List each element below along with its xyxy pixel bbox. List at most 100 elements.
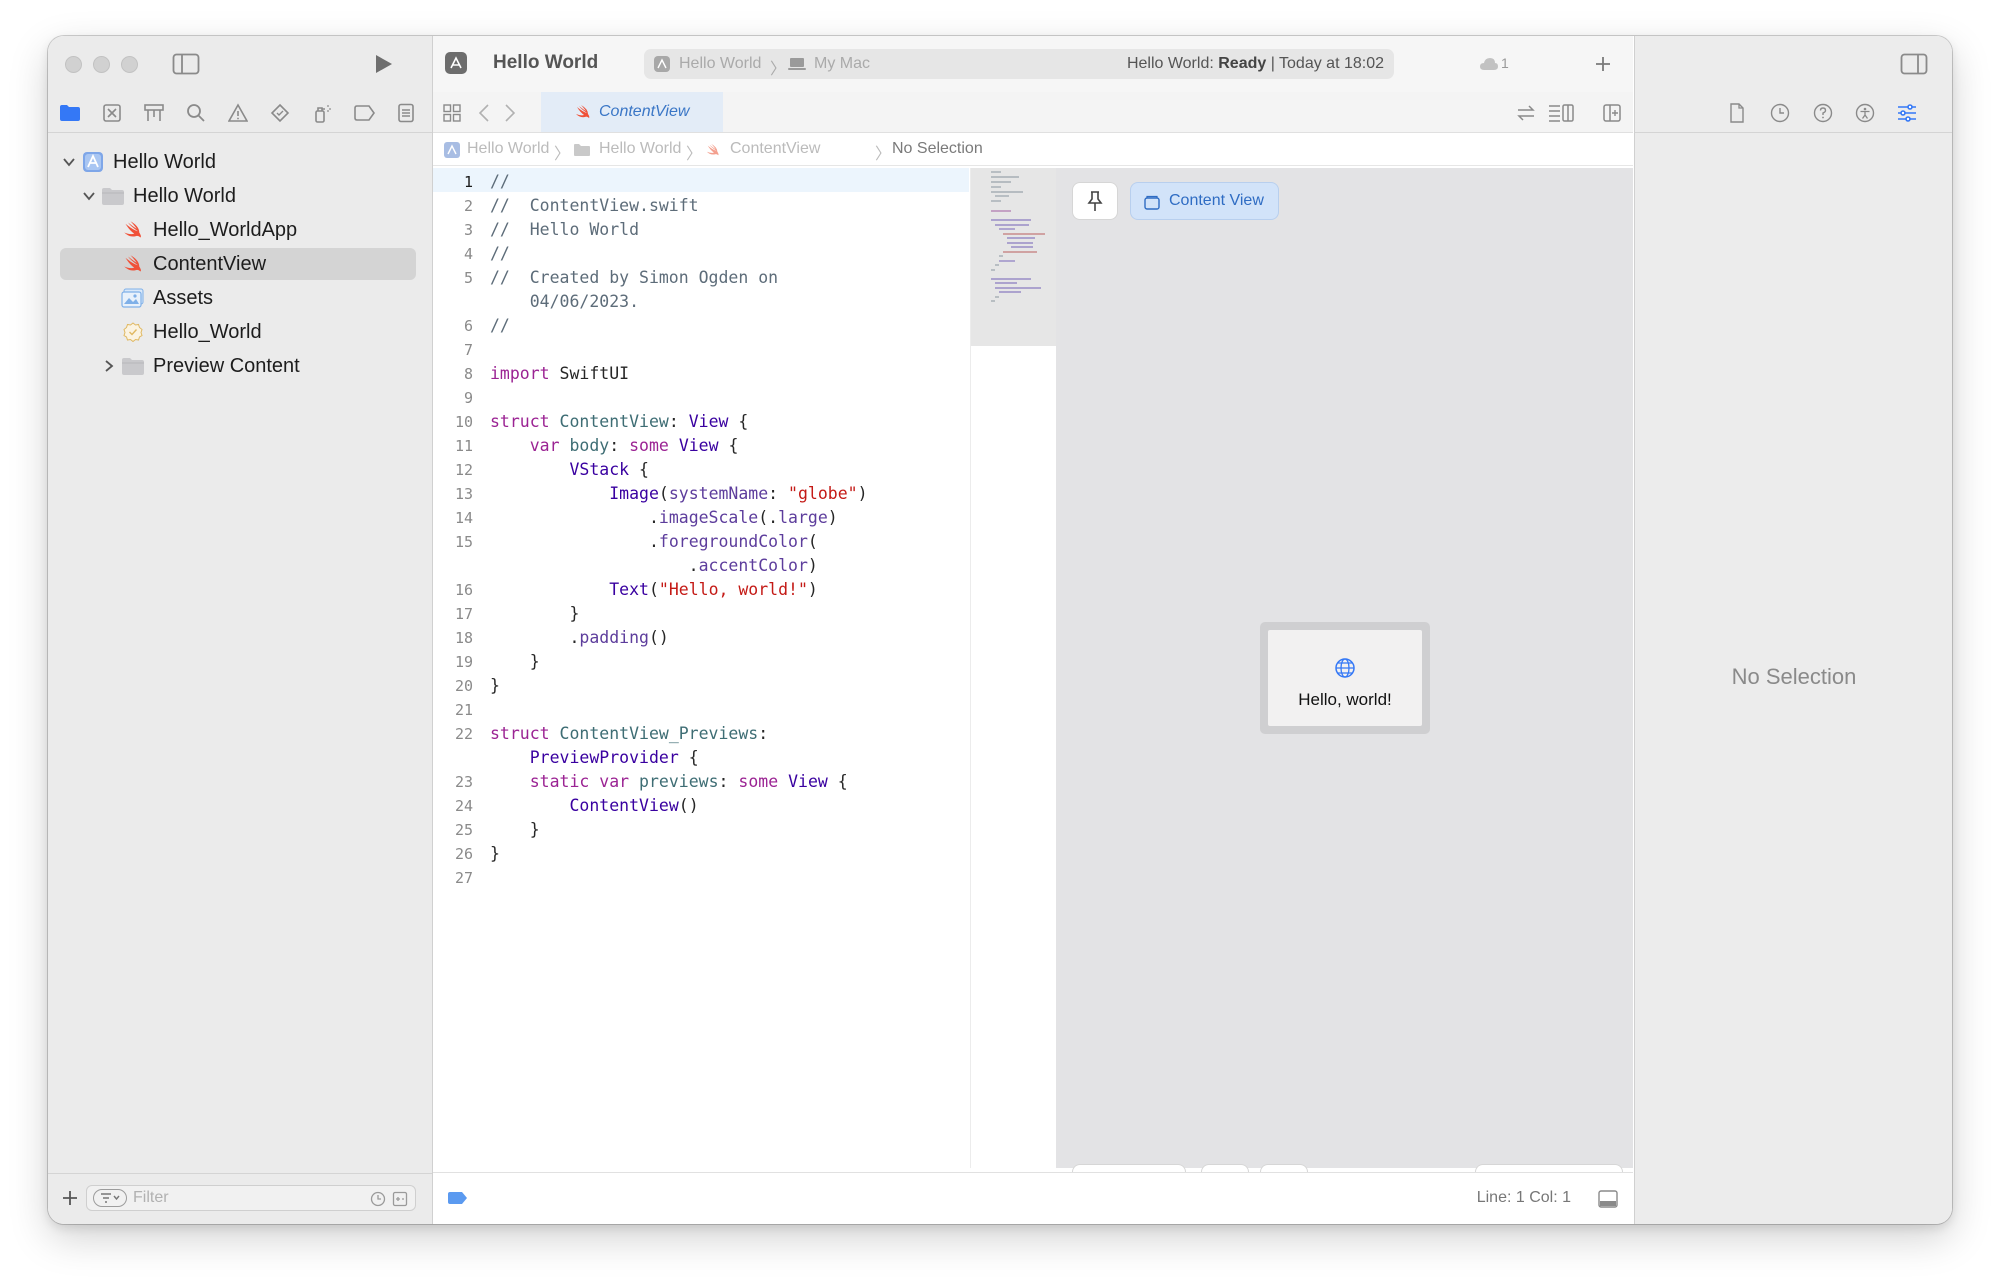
disclosure-expanded-icon[interactable] — [61, 154, 77, 170]
test-navigator-diamond-icon[interactable] — [267, 100, 293, 126]
code-line[interactable]: .imageScale(.large) — [490, 508, 838, 527]
code-line[interactable]: // — [490, 172, 510, 191]
folder-icon — [101, 184, 125, 208]
preview-text: Hello, world! — [1298, 690, 1392, 709]
add-editor-icon[interactable] — [1601, 103, 1623, 123]
symbol-navigator-icon[interactable] — [141, 100, 167, 126]
inspector-toggle-icon[interactable] — [1899, 52, 1929, 76]
jump-bar-project[interactable]: Hello World — [467, 140, 549, 158]
code-line[interactable]: // — [490, 244, 510, 263]
code-line[interactable]: import SwiftUI — [490, 364, 629, 383]
folder-icon — [121, 354, 145, 378]
tab-contentview[interactable]: ContentView — [541, 92, 723, 132]
preview-window-icon — [1144, 194, 1160, 210]
preview-device-frame[interactable]: Hello, world! — [1260, 622, 1430, 734]
run-destination-selector[interactable]: My Mac — [814, 55, 870, 73]
issues-cloud-icon[interactable] — [1478, 55, 1500, 73]
debug-area-toggle-icon[interactable] — [1597, 1189, 1619, 1209]
source-control-icon[interactable] — [99, 100, 125, 126]
code-line[interactable]: } — [490, 844, 500, 863]
add-file-plus-icon[interactable] — [60, 1188, 80, 1208]
quick-help-question-icon[interactable] — [1812, 102, 1834, 124]
report-navigator-icon[interactable] — [393, 100, 419, 126]
code-line[interactable]: // ContentView.swift — [490, 196, 699, 215]
navigator-filter-field[interactable]: Filter — [86, 1185, 416, 1211]
disclosure-expanded-icon[interactable] — [81, 188, 97, 204]
swift-file-icon — [121, 218, 145, 242]
source-control-filter-icon[interactable] — [391, 1190, 409, 1208]
project-navigator-folder-icon[interactable] — [57, 100, 83, 126]
code-line[interactable]: ContentView() — [490, 796, 698, 815]
content-view-preview-button[interactable]: Content View — [1131, 183, 1278, 219]
tree-item[interactable]: Preview Content — [60, 350, 416, 382]
code-line[interactable]: } — [490, 676, 500, 695]
accessibility-inspector-icon[interactable] — [1854, 102, 1876, 124]
code-line[interactable]: } — [490, 820, 540, 839]
code-line[interactable]: // Created by Simon Ogden on — [490, 268, 778, 287]
swap-arrows-icon[interactable] — [1515, 103, 1537, 123]
issue-navigator-warning-icon[interactable] — [225, 100, 251, 126]
scheme-selector[interactable]: Hello World — [679, 55, 761, 73]
sidebar-toggle-icon[interactable] — [172, 52, 200, 76]
forward-chevron-icon[interactable] — [501, 102, 519, 124]
minimap[interactable] — [970, 168, 1057, 1168]
code-line[interactable]: .padding() — [490, 628, 668, 647]
swift-file-icon — [575, 104, 591, 120]
jump-bar-group[interactable]: Hello World — [599, 140, 681, 158]
code-line[interactable]: } — [490, 604, 579, 623]
attributes-inspector-sliders-icon[interactable] — [1896, 102, 1918, 124]
minimize-window-button[interactable] — [93, 56, 110, 73]
debug-navigator-spray-icon[interactable] — [309, 100, 335, 126]
code-line[interactable]: .accentColor) — [490, 556, 818, 575]
jump-bar-symbol[interactable]: No Selection — [892, 140, 983, 158]
file-inspector-icon[interactable] — [1727, 102, 1747, 124]
recent-files-clock-icon[interactable] — [369, 1190, 387, 1208]
line-number: 20 — [454, 677, 473, 695]
back-chevron-icon[interactable] — [475, 102, 493, 124]
pin-preview-button[interactable] — [1073, 183, 1117, 219]
breakpoint-navigator-icon[interactable] — [351, 100, 377, 126]
related-items-grid-icon[interactable] — [441, 102, 463, 124]
tree-item[interactable]: Assets — [60, 282, 416, 314]
jump-bar-file[interactable]: ContentView — [730, 140, 820, 158]
line-number: 21 — [454, 701, 473, 719]
code-line[interactable]: static var previews: some View { — [490, 772, 848, 791]
tree-item[interactable]: Hello World — [60, 180, 416, 212]
preview-canvas[interactable]: Content View Hello, world! — [1056, 168, 1633, 1203]
code-line[interactable]: .foregroundColor( — [490, 532, 818, 551]
code-line[interactable]: VStack { — [490, 460, 648, 479]
tab-contentview-label: ContentView — [599, 103, 690, 120]
disclosure-collapsed-icon[interactable] — [101, 358, 117, 374]
code-line[interactable]: // — [490, 316, 510, 335]
tree-item-label: Hello_World — [153, 321, 262, 343]
filter-options-icon[interactable] — [93, 1189, 127, 1207]
tree-item[interactable]: Hello_WorldApp — [60, 214, 416, 246]
run-button[interactable] — [371, 52, 395, 76]
find-navigator-search-icon[interactable] — [183, 100, 209, 126]
inspector-pane: No Selection — [1634, 36, 1952, 1224]
history-inspector-clock-icon[interactable] — [1769, 102, 1791, 124]
tree-item[interactable]: Hello World — [60, 146, 416, 178]
close-window-button[interactable] — [65, 56, 82, 73]
code-line[interactable]: struct ContentView: View { — [490, 412, 748, 431]
tree-item[interactable]: Hello_World — [60, 316, 416, 348]
code-line[interactable]: PreviewProvider { — [490, 748, 699, 767]
tree-item-label: Hello World — [133, 185, 236, 207]
line-number: 25 — [454, 821, 473, 839]
code-line[interactable]: 04/06/2023. — [490, 292, 639, 311]
line-number: 5 — [463, 269, 473, 287]
tree-item[interactable]: ContentView — [60, 248, 416, 280]
add-plus-icon[interactable] — [1593, 54, 1613, 74]
code-line[interactable]: // Hello World — [490, 220, 639, 239]
breakpoint-toggle-icon[interactable] — [445, 1190, 469, 1206]
jump-bar: Hello World 〉 Hello World 〉 ContentView … — [433, 133, 1633, 166]
line-number: 14 — [454, 509, 473, 527]
zoom-window-button[interactable] — [121, 56, 138, 73]
code-line[interactable]: } — [490, 652, 540, 671]
editor-options-icon[interactable] — [1547, 103, 1575, 123]
code-line[interactable]: Image(systemName: "globe") — [490, 484, 867, 503]
code-line[interactable]: struct ContentView_Previews: — [490, 724, 768, 743]
source-editor[interactable]: 1 // 2 // ContentView.swift 3 // Hello World 4… — [433, 168, 969, 1168]
code-line[interactable]: var body: some View { — [490, 436, 739, 455]
code-line[interactable]: Text("Hello, world!") — [490, 580, 818, 599]
